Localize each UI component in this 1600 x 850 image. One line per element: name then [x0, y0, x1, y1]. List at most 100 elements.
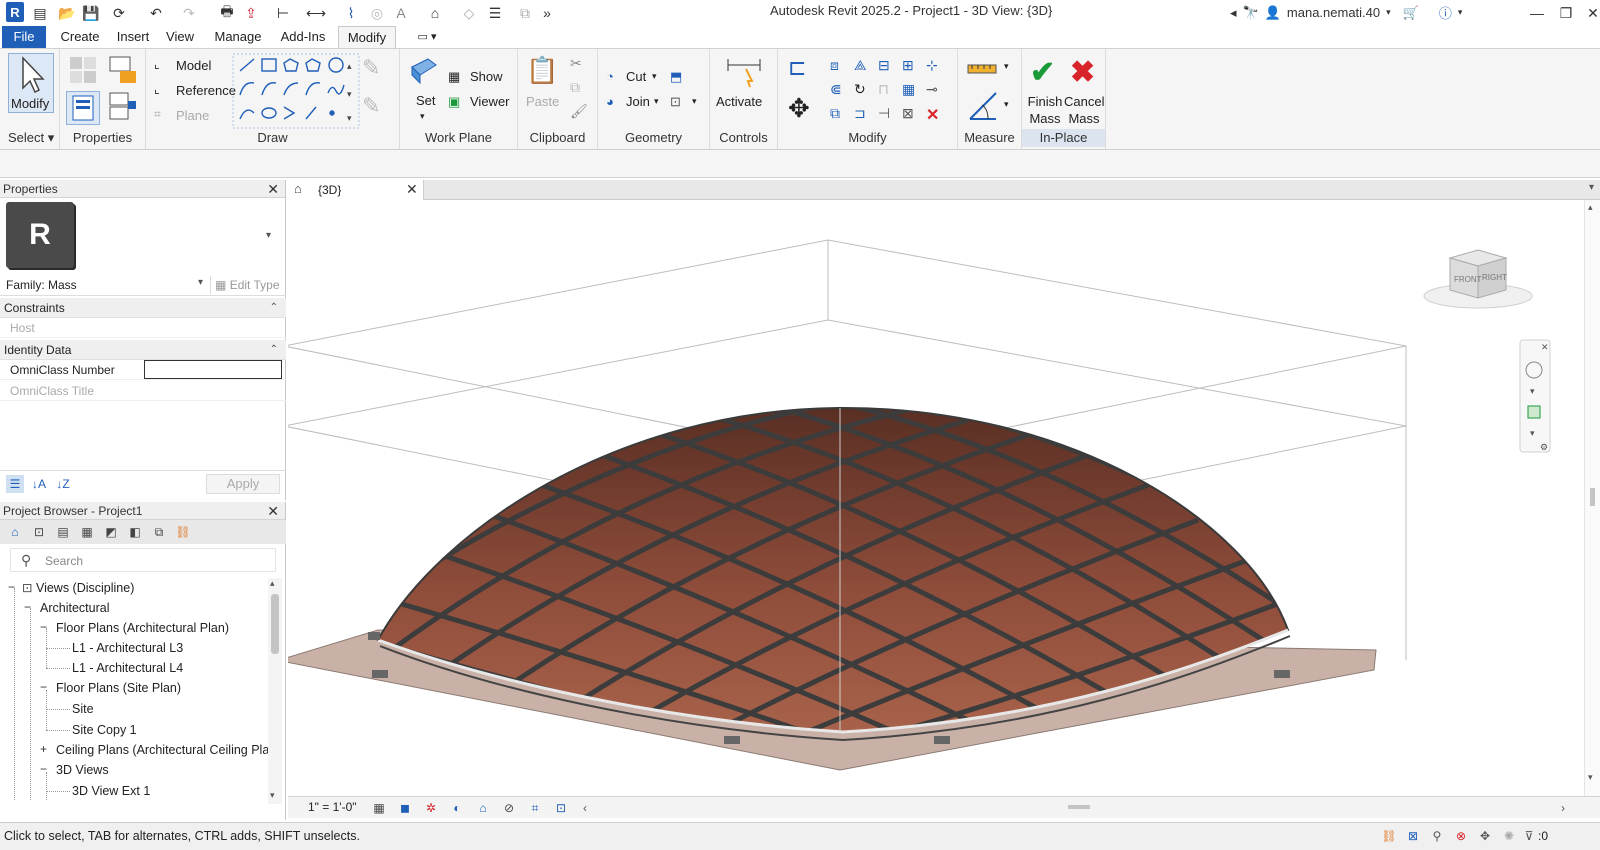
tag-icon[interactable]: ⌇ — [342, 3, 360, 23]
family-category-icon[interactable] — [108, 91, 138, 121]
paste-icon[interactable]: 📋 — [526, 55, 558, 89]
activate-controls-icon[interactable] — [724, 55, 764, 89]
tab-view[interactable]: View — [162, 26, 198, 48]
type-selector-dropdown-icon[interactable]: ▾ — [266, 230, 271, 241]
expand-icon[interactable]: + — [40, 742, 47, 756]
rotate-icon[interactable]: ↻ — [854, 81, 866, 98]
browser-scroll-thumb[interactable] — [271, 594, 279, 654]
schedules-icon[interactable]: ▦ — [78, 524, 96, 540]
split-dropdown-icon[interactable]: ▾ — [692, 96, 697, 107]
omniclass-number-field[interactable] — [144, 360, 282, 379]
binoculars-icon[interactable]: 🔭 — [1243, 5, 1259, 21]
cut-geometry-icon[interactable]: ◔ — [606, 69, 622, 85]
close-icon[interactable]: ✕ — [1578, 0, 1600, 26]
finish-mass-line1[interactable]: Finish — [1026, 94, 1064, 109]
tab-manage[interactable]: Manage — [210, 26, 266, 48]
minimize-icon[interactable]: — — [1522, 0, 1552, 26]
wall-joins-icon[interactable]: ⬒ — [670, 69, 688, 87]
measure-icon[interactable]: ⊢ — [274, 3, 292, 23]
tree-node-site-copy-1[interactable]: Site Copy 1 — [72, 720, 137, 740]
finish-mass-line2[interactable]: Mass — [1026, 111, 1064, 126]
cancel-mass-line2[interactable]: Mass — [1064, 111, 1104, 126]
app-logo[interactable]: R — [6, 2, 24, 22]
type-properties-icon[interactable] — [68, 55, 98, 85]
undo-icon[interactable]: ↶ — [145, 3, 167, 23]
detail-level-icon[interactable]: ▦ — [370, 799, 388, 817]
support-block[interactable] — [368, 632, 380, 640]
finish-mass-check-icon[interactable]: ✔ — [1030, 55, 1060, 89]
dome-mass-model[interactable]: FRONT RIGHT ✕ ▾ ▾ ⚙ — [288, 200, 1584, 796]
group-identity-data[interactable]: Identity Data ⌃ — [0, 340, 286, 360]
set-label[interactable]: Set — [416, 93, 436, 108]
sort-ascending-icon[interactable]: ↓A — [30, 475, 48, 493]
angular-dimension-icon[interactable] — [966, 89, 1000, 123]
collapse-icon[interactable]: − — [8, 580, 15, 594]
move-icon[interactable]: ✥ — [788, 93, 818, 123]
revit-links-icon[interactable]: ⛓ — [174, 524, 192, 540]
contextual-tab-dropdown-icon[interactable]: ▭ ▾ — [412, 26, 442, 48]
set-work-plane-icon[interactable] — [408, 55, 438, 85]
unpin-icon[interactable]: ⊸ — [926, 81, 938, 98]
cancel-mass-x-icon[interactable]: ✖ — [1070, 55, 1100, 89]
save-icon[interactable]: 💾 — [82, 3, 100, 23]
section-icon[interactable]: ◇ — [460, 3, 478, 23]
visual-style-icon[interactable]: ◼ — [396, 799, 414, 817]
select-panel-title[interactable]: Select ▾ — [0, 129, 59, 147]
select-pinned-icon[interactable]: ⚲ — [1428, 827, 1446, 845]
extend-single-icon[interactable]: ⊣ — [878, 105, 890, 122]
drag-elements-icon[interactable]: ✥ — [1476, 827, 1494, 845]
tree-node-3d-views[interactable]: 3D Views — [56, 760, 109, 780]
project-browser-close-icon[interactable]: ✕ — [267, 502, 279, 520]
viewport-vertical-scrollbar[interactable]: ▴ ▾ — [1584, 200, 1600, 796]
split-gap-icon[interactable]: ⊞ — [902, 57, 914, 74]
views-icon[interactable]: ⊡ — [30, 524, 48, 540]
filter-icon[interactable]: ⊽ — [1520, 827, 1538, 845]
background-process-icon[interactable]: ✺ — [1500, 827, 1518, 845]
3d-viewport[interactable]: FRONT RIGHT ✕ ▾ ▾ ⚙ — [288, 200, 1584, 796]
select-by-face-icon[interactable]: ⊗ — [1452, 827, 1470, 845]
pick-lines-icon[interactable]: ✎ — [362, 93, 396, 123]
scale-icon[interactable]: ⊠ — [902, 105, 914, 122]
join-dropdown-icon[interactable]: ▾ — [654, 96, 659, 107]
thin-lines-icon[interactable]: ☰ — [486, 3, 504, 23]
group-constraints[interactable]: Constraints ⌃ — [0, 298, 286, 318]
join-label[interactable]: Join — [626, 94, 650, 109]
tab-modify[interactable]: Modify — [338, 26, 396, 48]
pin-icon[interactable]: ⊹ — [926, 57, 938, 74]
measure-between-icon[interactable] — [966, 57, 1000, 81]
viewer-label[interactable]: Viewer — [470, 94, 510, 109]
zoom-region-icon[interactable] — [1527, 405, 1541, 419]
collapse-icon[interactable]: − — [40, 762, 47, 776]
shadows-icon[interactable]: ◐ — [448, 799, 466, 817]
scroll-left-icon[interactable]: ‹ — [576, 799, 594, 817]
print-icon[interactable]: 🖶 — [218, 3, 236, 23]
cut-label[interactable]: Cut — [626, 69, 646, 84]
cut-icon[interactable]: ✂ — [570, 55, 588, 73]
export-icon[interactable]: ⇪ — [242, 3, 260, 23]
tree-node-floor-plans-site[interactable]: Floor Plans (Site Plan) — [56, 678, 181, 698]
more-tools-icon[interactable]: » — [540, 3, 554, 23]
back-arrow-icon[interactable]: ◂ — [1230, 5, 1237, 21]
mirror-axis-icon[interactable]: ⧈ — [830, 57, 839, 74]
support-block[interactable] — [1274, 670, 1290, 678]
scroll-up-icon[interactable]: ▴ — [270, 578, 275, 589]
view-scale[interactable]: 1" = 1'-0" — [308, 800, 357, 814]
offset-icon[interactable]: ⋐ — [830, 81, 842, 98]
user-icon[interactable]: 👤 — [1265, 5, 1281, 21]
family-filter-dropdown-icon[interactable]: ▾ — [198, 277, 203, 288]
support-block[interactable] — [724, 736, 740, 744]
cart-icon[interactable]: 🛒 — [1403, 5, 1419, 21]
switch-windows-icon[interactable]: ⧉ — [516, 3, 534, 23]
activate-label[interactable]: Activate — [716, 94, 762, 109]
properties-toggle-icon[interactable] — [66, 91, 100, 125]
tree-node-l1-architectural-l3[interactable]: L1 - Architectural L3 — [72, 638, 183, 658]
select-links-icon[interactable]: ⛓ — [1380, 827, 1398, 845]
crop-view-icon[interactable]: ⌗ — [526, 799, 544, 817]
set-dropdown-icon[interactable]: ▾ — [420, 111, 425, 122]
match-properties-icon[interactable]: 🖌 — [570, 103, 588, 121]
tree-node-ceiling-plans[interactable]: Ceiling Plans (Architectural Ceiling Pla — [56, 740, 268, 760]
trim-extend-icon[interactable]: ⊐ — [854, 105, 866, 122]
copy-icon[interactable]: ⧉ — [570, 79, 588, 97]
detail-icon[interactable]: ◎ — [368, 3, 386, 23]
sync-icon[interactable]: ⟳ — [108, 3, 130, 23]
